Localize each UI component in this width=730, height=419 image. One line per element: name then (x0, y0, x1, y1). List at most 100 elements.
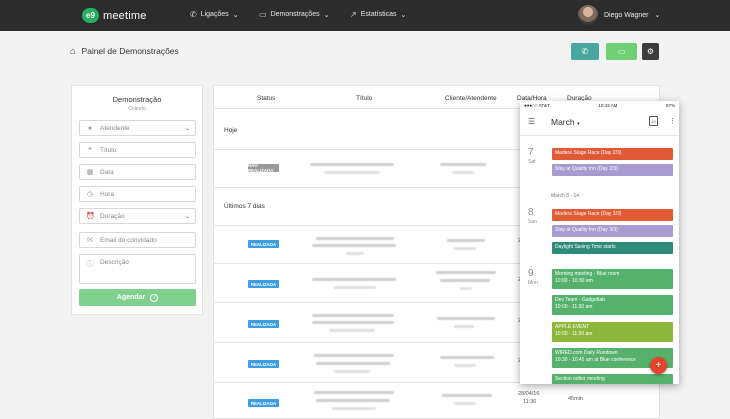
month-selector[interactable]: March ▾ (551, 117, 580, 127)
chevron-down-icon: ⌄ (654, 12, 661, 19)
calendar-event[interactable]: Section editor meeting (552, 374, 673, 384)
header-status[interactable]: Status (257, 95, 275, 102)
info-icon: ⓘ (86, 261, 94, 268)
duration-select[interactable]: ⏰ Duração ⌄ (79, 208, 196, 224)
row-attendant (454, 364, 476, 367)
phone-icon: ✆ (190, 10, 197, 19)
app-logo[interactable]: e9 meetime (82, 8, 147, 23)
user-name: Diego Wagner (604, 11, 649, 19)
today-calendar-icon[interactable]: 10 (649, 116, 658, 126)
form-subtitle: Criando (128, 106, 146, 112)
event-title: Madera Stage Race (Day 2/3) (555, 150, 622, 156)
group-today: Hoje (224, 127, 238, 134)
demo-form-panel: Demonstração Criando ● Atendente ⌄ ❝ Tít… (71, 85, 203, 315)
row-title (316, 362, 390, 365)
status-badge: NÃO REALIZADA (248, 163, 279, 173)
user-settings-icon: ⚙ (646, 47, 655, 56)
row-subtitle (329, 329, 375, 332)
calendar-event[interactable]: Morning meeting - Blue room 10:00 - 10:3… (552, 269, 673, 289)
event-title: Madera Stage Race (Day 3/3) (555, 211, 622, 217)
call-button[interactable]: ✆ (571, 43, 599, 60)
guest-email-placeholder: Email do convidado (100, 236, 157, 244)
calendar-event[interactable]: Daylight Saving Time starts (552, 242, 673, 254)
chevron-down-icon: ⌄ (232, 11, 239, 19)
day-number: 8 (528, 207, 534, 218)
nav-ligacoes[interactable]: ✆ Ligações ⌄ (190, 10, 239, 19)
nav-demonstracoes[interactable]: ▭ Demonstrações ⌄ (259, 10, 329, 19)
clock-icon: ◷ (86, 191, 94, 198)
calendar-event[interactable]: Stay at Quality Inn (Day 3/3) (552, 225, 673, 237)
header-title[interactable]: Título (356, 95, 372, 102)
phone-calendar-overlay: ●●●○○ AT&T 10:43 AM 97% ☰ March ▾ 10 ⋮ 7… (520, 101, 679, 384)
carrier: ●●●○○ AT&T (524, 102, 550, 108)
phone-time: 10:43 AM (598, 102, 618, 108)
header-client[interactable]: Cliente/Atendente (445, 95, 497, 102)
more-vert-icon[interactable]: ⋮ (669, 117, 676, 125)
row-client (436, 271, 496, 274)
nav-ligacoes-label: Ligações (200, 11, 229, 18)
row-attendant (454, 325, 474, 328)
home-icon[interactable]: ⌂ (70, 46, 75, 56)
user-settings-button[interactable]: ⚙ (642, 43, 659, 60)
calendar-event[interactable]: Madera Stage Race (Day 2/3) (552, 148, 673, 160)
event-time: 10:00 - 11:30 am (555, 330, 593, 337)
calendar-event[interactable]: APPLE EVENT 10:00 - 11:30 am (552, 322, 673, 342)
day-number: 9 (528, 268, 534, 279)
chevron-down-icon: ⌄ (184, 125, 190, 132)
row-duration: 45min (568, 396, 583, 402)
attendant-select[interactable]: ● Atendente ⌄ (79, 120, 196, 136)
event-time: 10:00 - 10:30 am (555, 277, 593, 284)
plus-icon: + (655, 360, 662, 371)
chart-icon: ↗ (350, 10, 357, 19)
calendar-icon: ▦ (86, 169, 94, 176)
event-title: Daylight Saving Time starts (555, 244, 616, 250)
row-attendant (454, 247, 476, 250)
row-subtitle (332, 407, 376, 410)
alarm-icon: ⏰ (86, 213, 95, 220)
row-title (316, 399, 390, 402)
time-input[interactable]: ◷ Hora (79, 186, 196, 202)
row-title (312, 244, 396, 247)
today-date: 10 (651, 118, 656, 124)
mail-icon: ✉ (87, 237, 93, 244)
title-input[interactable]: ❝ Título (79, 142, 196, 158)
calendar-event[interactable]: Madera Stage Race (Day 3/3) (552, 209, 673, 221)
schedule-button[interactable]: Agendar › (79, 289, 196, 306)
row-subtitle (334, 370, 370, 373)
event-title: Section editor meeting (555, 376, 605, 382)
row-title (312, 278, 396, 281)
nav-estatisticas[interactable]: ↗ Estatísticas ⌄ (350, 10, 406, 19)
description-placeholder: Descrição (100, 259, 129, 266)
row-title (310, 163, 394, 166)
chevron-down-icon: ⌄ (400, 11, 407, 19)
menu-icon[interactable]: ☰ (528, 117, 535, 126)
description-textarea[interactable]: ⓘ Descrição (79, 254, 196, 284)
date-placeholder: Data (100, 168, 114, 176)
calendar-app-bar: ☰ March ▾ 10 ⋮ (520, 109, 679, 136)
calendar-event[interactable]: Stay at Quality Inn (Day 2/3) (552, 164, 673, 176)
row-client (440, 163, 486, 166)
row-subtitle (324, 171, 380, 174)
week-label: March 8 - 14 (551, 193, 580, 199)
page-title-text: Painel de Demonstrações (81, 46, 179, 56)
group-last-7-days: Últimos 7 dias (224, 203, 265, 210)
user-menu[interactable]: Diego Wagner ⌄ (578, 5, 660, 25)
attendant-placeholder: Atendente (100, 124, 130, 132)
event-time: 10:00 - 11:30 am (555, 303, 593, 310)
calendar-event[interactable]: Dev Team - Gadgetlab 10:00 - 11:30 am (552, 295, 673, 315)
chevron-down-icon: ⌄ (184, 213, 190, 220)
event-title: Stay at Quality Inn (Day 3/3) (555, 227, 618, 233)
row-attendant (452, 171, 474, 174)
quote-icon: ❝ (88, 147, 92, 154)
phone-status-bar: ●●●○○ AT&T 10:43 AM 97% (520, 101, 679, 109)
date-input[interactable]: ▦ Data (79, 164, 196, 180)
row-subtitle (346, 252, 364, 255)
row-client (447, 239, 485, 242)
duration-placeholder: Duração (100, 212, 125, 220)
add-event-button[interactable]: + (650, 357, 667, 374)
status-badge: REALIZADA (248, 320, 279, 328)
chevron-down-icon: ⌄ (323, 11, 330, 19)
row-time: 11:30 (523, 399, 537, 405)
guest-email-input[interactable]: ✉ Email do convidado (79, 232, 196, 248)
new-demo-button[interactable]: ▭ (606, 43, 637, 60)
